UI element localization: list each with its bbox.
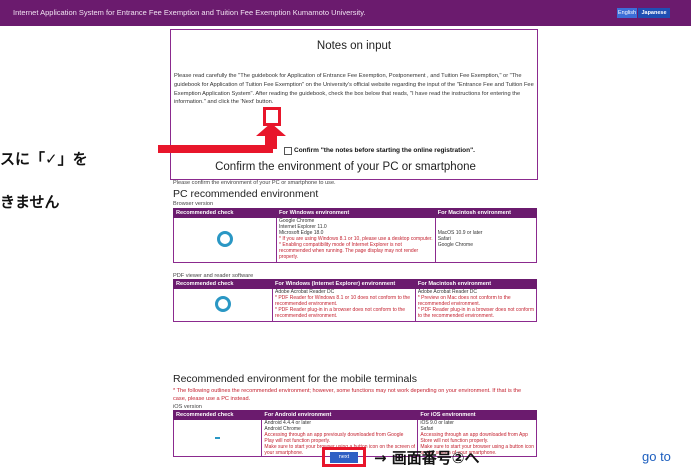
- pdf-table: Recommended check For Windows (Internet …: [172, 279, 538, 322]
- recommended-mark-cell: [172, 288, 274, 322]
- next-button-highlight-box: [322, 447, 366, 467]
- environment-intro: Please confirm the environment of your P…: [173, 180, 336, 186]
- side-instruction-text: きません: [0, 193, 60, 211]
- cell-line: properly.: [279, 254, 299, 260]
- table-header-row: Recommended check For Windows (Internet …: [172, 279, 538, 289]
- windows-cell: Google Chrome Internet Explorer 11.0 Micro…: [276, 217, 436, 263]
- language-japanese-button[interactable]: Japanese: [638, 8, 670, 18]
- browser-version-label: Browser version: [173, 201, 214, 207]
- cell-line: Google Chrome: [437, 242, 473, 248]
- pointer-bar: [158, 145, 273, 153]
- browser-table: Recommended check For Windows environmen…: [173, 208, 538, 263]
- table-header-row: Recommended check For Android environmen…: [172, 410, 537, 420]
- mobile-environment-heading: Recommended environment for the mobile t…: [173, 373, 417, 385]
- pc-environment-heading: PC recommended environment: [173, 188, 319, 200]
- circle-icon: [215, 296, 231, 312]
- column-header: For Windows (Internet Explorer) environm…: [272, 279, 416, 289]
- app-title: Internet Application System for Entrance…: [13, 8, 366, 17]
- language-english-button[interactable]: English: [617, 8, 637, 18]
- column-header: For Macintosh environment: [434, 208, 538, 218]
- circle-icon: [217, 231, 233, 247]
- column-header: Recommended check: [172, 279, 274, 289]
- notes-panel: Notes on input Please read carefully the…: [170, 29, 538, 180]
- column-header: For Windows environment: [276, 208, 436, 218]
- recommended-mark-cell: [173, 217, 277, 263]
- mobile-note: * The following outlines the recommended…: [173, 388, 522, 402]
- column-header: For Android environment: [261, 410, 419, 420]
- column-header: Recommended check: [173, 208, 277, 218]
- confirm-label: Confirm "the notes before starting the o…: [294, 147, 475, 154]
- column-header: For Macintosh environment: [414, 279, 538, 289]
- table-header-row: Recommended check For Windows environmen…: [173, 208, 538, 218]
- notes-heading: Notes on input: [316, 40, 392, 52]
- table-row: Adobe Acrobat Reader DC * PDF Reader for …: [172, 288, 538, 322]
- go-to-link[interactable]: go to: [642, 449, 671, 464]
- dash-icon: [215, 437, 221, 439]
- environment-heading: Confirm the environment of your PC or sm…: [215, 161, 476, 173]
- cell-line: recommended environment.: [275, 313, 338, 319]
- cell-line: to the recommended environment.: [417, 313, 494, 319]
- cell-line: recommended when running. The page displ…: [279, 248, 419, 254]
- column-header: For iOS environment: [417, 410, 537, 420]
- recommended-mark-cell: [172, 419, 263, 457]
- column-header: Recommended check: [172, 410, 263, 420]
- mac-cell: MacOS 10.9 or later Safari Google Chrome: [434, 217, 538, 263]
- notes-body: Please read carefully the "The guidebook…: [174, 73, 534, 106]
- mac-cell: Adobe Acrobat Reader DC * Preview on Mac …: [414, 288, 538, 322]
- next-screen-annotation: → 画面番号②へ: [374, 449, 480, 467]
- top-bar: Internet Application System for Entrance…: [0, 0, 691, 26]
- table-row: Google Chrome Internet Explorer 11.0 Micro…: [173, 217, 538, 263]
- windows-cell: Adobe Acrobat Reader DC * PDF Reader for …: [272, 288, 416, 322]
